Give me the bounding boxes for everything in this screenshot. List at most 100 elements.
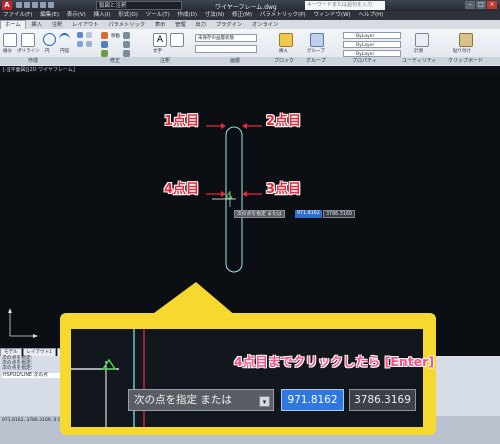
- menu-view[interactable]: 表示(V): [64, 11, 89, 20]
- group-groups-label[interactable]: グループ: [306, 57, 326, 65]
- callout-caption: 4点目までクリックしたら [Enter]: [234, 354, 435, 369]
- zoom-y-field[interactable]: 3786.3169: [349, 389, 416, 411]
- color-select[interactable]: ByLayer: [343, 32, 401, 39]
- menu-tools[interactable]: ツール(T): [143, 11, 173, 20]
- command-history-line: 次の点を指定:: [2, 366, 33, 371]
- arrowhead-p4: [221, 191, 226, 197]
- draw-small-tool-icon[interactable]: [77, 41, 83, 47]
- label-point-4: 4点目: [164, 182, 200, 197]
- zoom-x-field[interactable]: 971.8162: [281, 389, 344, 411]
- move-icon[interactable]: [101, 32, 108, 39]
- dynamic-input-x-field[interactable]: 971.8162: [295, 210, 322, 218]
- move-label: 移動: [111, 34, 120, 39]
- group-modify-label[interactable]: 修正: [110, 57, 120, 65]
- snap-marker-icon: [225, 192, 233, 199]
- undo-icon[interactable]: [40, 2, 46, 8]
- redo-icon[interactable]: [48, 2, 54, 8]
- menu-insert[interactable]: 挿入(I): [91, 11, 114, 20]
- measure-icon[interactable]: [415, 33, 429, 47]
- dynamic-input-prompt: 次の点を指定 または: [234, 210, 285, 218]
- search-input[interactable]: キーワードまたは語句を入力: [305, 1, 385, 10]
- paste-icon[interactable]: [459, 33, 473, 47]
- tab-home[interactable]: ホーム: [0, 20, 26, 29]
- lineweight-select[interactable]: ByLayer: [343, 50, 401, 57]
- open-icon[interactable]: [24, 2, 30, 8]
- layer-state-select[interactable]: 未保存の画層状態: [195, 34, 257, 42]
- dimension-icon[interactable]: [170, 33, 184, 47]
- menu-dimension[interactable]: 寸法(N): [202, 11, 227, 20]
- dynamic-input-y-field[interactable]: 3786.3169: [323, 210, 355, 218]
- window-controls: – □ ×: [464, 1, 498, 10]
- line-tool-label: 線分: [3, 49, 12, 54]
- polyline-slot-shape: [225, 126, 243, 273]
- group-label: グループ: [307, 49, 325, 54]
- arc-tool-icon[interactable]: [59, 33, 70, 46]
- menu-help[interactable]: ヘルプ(H): [355, 11, 386, 20]
- rotate-icon[interactable]: [101, 41, 108, 48]
- zoom-options-dropdown-icon[interactable]: ▾: [259, 396, 270, 407]
- menu-bar: ファイル(F) 編集(E) 表示(V) 挿入(I) 形式(O) ツール(T) 作…: [0, 11, 500, 20]
- autocad-window: A 製図と注釈 ワイヤーフレーム.dwg キーワードまたは語句を入力 – □ × フ…: [0, 0, 500, 444]
- arrowhead-p1: [221, 123, 226, 129]
- ribbon-group-labels: 作成 修正 注釈 画層 ブロック グループ プロパティ ユーティリティ クリップ…: [0, 57, 500, 65]
- layer-select[interactable]: [195, 45, 257, 53]
- command-history: 次の点を指定: 次の点を指定: 次の点を指定: HSPOLYLINE 次の点: [2, 356, 62, 378]
- quick-access-toolbar: [16, 2, 76, 9]
- draw-small-tool-icon[interactable]: [86, 41, 92, 47]
- command-line-input[interactable]: HSPOLYLINE 次の点: [2, 373, 62, 378]
- ucs-x-arrow-icon: [33, 334, 38, 338]
- menu-edit[interactable]: 編集(E): [37, 11, 62, 20]
- menu-format[interactable]: 形式(O): [115, 11, 141, 20]
- label-point-3: 3点目: [266, 182, 302, 197]
- app-logo-icon[interactable]: A: [2, 1, 12, 10]
- new-icon[interactable]: [16, 2, 22, 8]
- polyline-tool-icon[interactable]: [21, 33, 35, 47]
- ribbon-tools: 線分 ポリライン 円 円弧 移動 A 文字 未保存の画層状態 挿入 グループ B…: [3, 31, 497, 57]
- window-title: ワイヤーフレーム.dwg: [215, 4, 277, 11]
- label-point-2: 2点目: [266, 114, 302, 129]
- minimize-icon[interactable]: –: [465, 1, 475, 9]
- line-tool-icon[interactable]: [3, 33, 17, 47]
- label-point-1: 1点目: [164, 114, 200, 129]
- measure-label: 計測: [414, 49, 423, 54]
- menu-modify[interactable]: 修正(M): [229, 11, 255, 20]
- menu-file[interactable]: ファイル(F): [0, 11, 35, 20]
- stretch-icon[interactable]: [123, 50, 130, 57]
- draw-small-tool-icon[interactable]: [77, 32, 83, 38]
- menu-parametric[interactable]: パラメトリック(P): [257, 11, 309, 20]
- draw-small-tool-icon[interactable]: [86, 32, 92, 38]
- ribbon-panel: 線分 ポリライン 円 円弧 移動 A 文字 未保存の画層状態 挿入 グループ B…: [0, 29, 500, 67]
- group-utilities-label[interactable]: ユーティリティ: [402, 57, 436, 65]
- close-icon[interactable]: ×: [487, 1, 497, 9]
- group-draw-label[interactable]: 作成: [28, 57, 38, 65]
- arrowhead-p3: [242, 191, 247, 197]
- insert-block-icon[interactable]: [279, 33, 293, 47]
- group-icon[interactable]: [310, 33, 324, 47]
- maximize-icon[interactable]: □: [476, 1, 486, 9]
- callout-zoom-view: [71, 329, 423, 427]
- workspace-select[interactable]: 製図と注釈: [96, 1, 182, 10]
- circle-tool-icon[interactable]: [43, 33, 56, 46]
- text-tool-icon[interactable]: A: [153, 33, 167, 47]
- polyline-tool-label: ポリライン: [17, 49, 40, 54]
- trim-icon[interactable]: [123, 32, 130, 39]
- save-icon[interactable]: [32, 2, 38, 8]
- mirror-icon[interactable]: [123, 41, 130, 48]
- arc-tool-label: 円弧: [60, 49, 69, 54]
- title-bar: A 製図と注釈 ワイヤーフレーム.dwg キーワードまたは語句を入力 – □ ×: [0, 0, 500, 11]
- menu-draw[interactable]: 作成(D): [175, 11, 201, 20]
- menu-window[interactable]: ウィンドウ(W): [310, 11, 353, 20]
- paste-label: 貼り付け: [453, 49, 471, 54]
- viewport-controls[interactable]: [-][平面図][2D ワイヤフレーム]: [0, 66, 500, 74]
- ucs-y-arrow-icon: [8, 308, 12, 313]
- copy-icon[interactable]: [101, 50, 108, 57]
- group-block-label[interactable]: ブロック: [274, 57, 294, 65]
- group-annotation-label[interactable]: 注釈: [160, 57, 170, 65]
- text-tool-label: 文字: [153, 49, 162, 54]
- group-layers-label[interactable]: 画層: [230, 57, 240, 65]
- linetype-select[interactable]: ByLayer: [343, 41, 401, 48]
- group-properties-label[interactable]: プロパティ: [352, 57, 377, 65]
- circle-tool-label: 円: [45, 49, 50, 54]
- group-clipboard-label[interactable]: クリップボード: [448, 57, 483, 65]
- callout-zoom-svg: [71, 329, 145, 427]
